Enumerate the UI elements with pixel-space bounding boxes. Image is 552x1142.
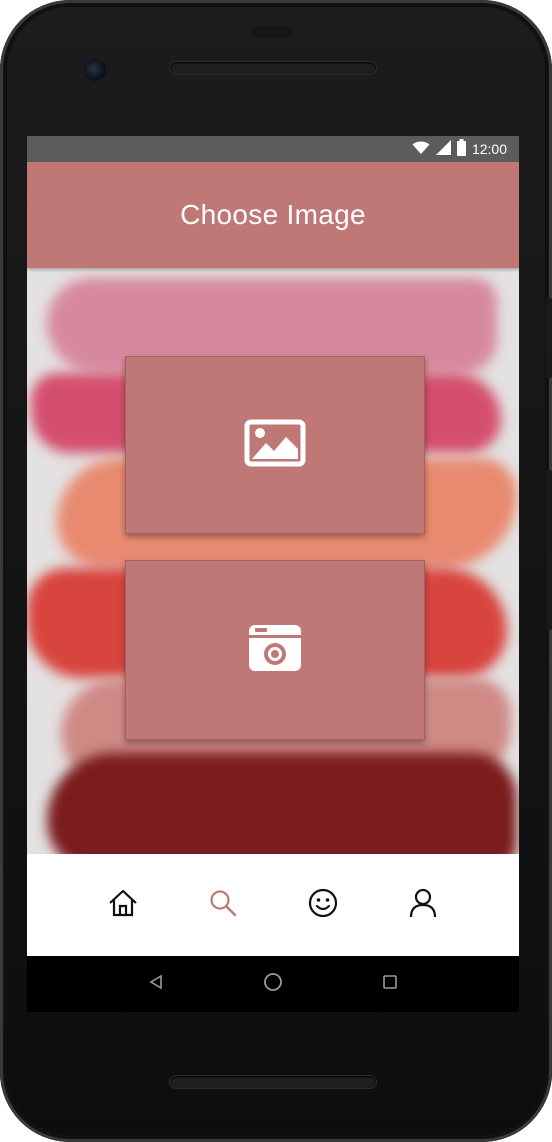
content-area — [27, 268, 519, 854]
image-icon — [244, 419, 306, 472]
system-recents-button[interactable] — [375, 969, 405, 999]
battery-icon — [456, 139, 466, 159]
status-time: 12:00 — [471, 141, 507, 157]
nav-profile[interactable] — [403, 885, 443, 925]
choose-from-gallery-button[interactable] — [125, 356, 425, 534]
power-button — [546, 298, 552, 378]
take-photo-button[interactable] — [125, 560, 425, 740]
nav-face[interactable] — [303, 885, 343, 925]
smiley-icon — [308, 888, 338, 923]
app-bar: Choose Image — [27, 162, 519, 268]
nav-search[interactable] — [203, 885, 243, 925]
search-icon — [209, 889, 237, 922]
system-navigation-bar — [27, 956, 519, 1012]
camera-icon — [249, 624, 301, 676]
bottom-speaker — [170, 1076, 376, 1088]
phone-frame: 12:00 Choose Image — [0, 0, 552, 1142]
back-icon — [149, 974, 163, 994]
home-icon — [108, 889, 138, 922]
wifi-icon — [412, 141, 430, 158]
proximity-sensor — [252, 26, 292, 38]
home-circle-icon — [263, 972, 283, 997]
bottom-navigation — [27, 854, 519, 956]
page-title: Choose Image — [180, 199, 366, 230]
system-back-button[interactable] — [141, 969, 171, 999]
earpiece-speaker — [170, 62, 376, 74]
recents-icon — [383, 974, 398, 994]
status-bar: 12:00 — [27, 136, 519, 162]
front-camera — [84, 59, 106, 81]
volume-button — [546, 470, 552, 630]
cell-signal-icon — [435, 140, 451, 158]
nav-home[interactable] — [103, 885, 143, 925]
system-home-button[interactable] — [258, 969, 288, 999]
profile-icon — [409, 888, 437, 923]
screen: 12:00 Choose Image — [27, 136, 519, 1012]
